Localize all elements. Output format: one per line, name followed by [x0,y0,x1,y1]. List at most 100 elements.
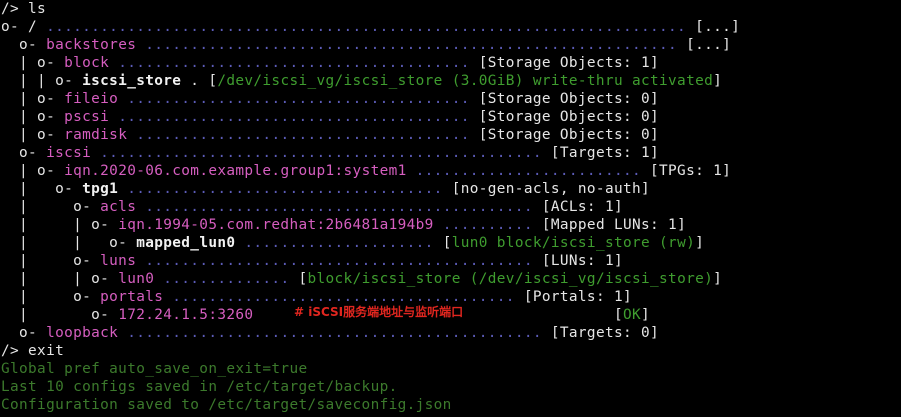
line-segment: [Portals: 1] [523,289,632,305]
line-segment: block [64,55,110,71]
line-segment: loopback [46,325,119,341]
terminal-line: | o- luns ..............................… [1,252,623,270]
line-segment: iqn.2020-06.com.example.group1:system1 [64,163,407,179]
line-segment: | o- [1,199,101,215]
line-segment: [Mapped LUNs: 1] [541,217,687,233]
line-segment: ........................................… [118,325,551,341]
line-segment: ........................................… [91,145,551,161]
line-segment: | | o- [1,271,119,287]
terminal-line: | o- ramdisk ...........................… [1,126,659,144]
line-segment: | o- [1,91,65,107]
terminal-line: | o- block .............................… [1,54,659,72]
line-segment: [no-gen-acls, no-auth] [451,181,651,197]
line-segment: [ [298,271,308,287]
line-segment: ] [641,307,651,323]
line-segment: ] [713,73,723,89]
terminal-line: | | o- lun0 .............. [block/iscsi_… [1,270,722,288]
terminal-line: /> exit [1,342,64,360]
terminal-line: | o- acls ..............................… [1,198,623,216]
line-segment: backstores [46,37,137,53]
line-segment: iqn.1994-05.com.redhat:2b6481a194b9 [118,217,434,233]
line-segment: /> ls [1,1,47,17]
line-segment: acls [100,199,137,215]
line-segment: [Targets: 0] [550,325,660,341]
terminal-line: Configuration saved to /etc/target/savec… [1,396,452,414]
line-segment: block/iscsi_store (/dev/iscsi_vg/iscsi_s… [307,271,714,287]
line-segment: | | o- [1,73,83,89]
line-segment: [LUNs: 1] [541,253,623,269]
line-segment: ramdisk [64,127,128,143]
terminal-line: | | o- iscsi_store . [/dev/iscsi_vg/iscs… [1,72,722,90]
line-segment: [Storage Objects: 0] [478,127,660,143]
line-segment: [ACLs: 1] [541,199,623,215]
terminal-line: Last 10 configs saved in /etc/target/bac… [1,378,398,396]
line-segment: tpg1 [82,181,119,197]
line-segment: ........................................… [46,19,696,35]
line-segment: Global pref auto_save_on_exit=true [1,361,308,377]
line-segment: portals [100,289,164,305]
line-segment: .......... [433,217,542,233]
line-segment: ......................... [406,163,651,179]
line-segment: [...] [686,37,732,53]
line-segment: ....................................... [109,55,479,71]
line-segment: ] [695,235,705,251]
terminal-window[interactable]: /> ls o- / ..............................… [0,0,901,417]
terminal-line: | o- iqn.2020-06.com.example.group1:syst… [1,162,731,180]
line-segment: o- / [1,19,47,35]
line-segment: ................................... [118,181,452,197]
line-segment: ........................................… [136,37,687,53]
terminal-line: o- backstores ..........................… [1,36,731,54]
line-segment: [Storage Objects: 1] [478,55,660,71]
line-segment: OK [622,307,642,323]
line-segment: ...................................... [118,91,479,107]
line-segment: Last 10 configs saved in /etc/target/bac… [1,379,398,395]
terminal-line: | o- pscsi .............................… [1,108,659,126]
line-segment: | | o- [1,217,119,233]
line-segment: luns [100,253,137,269]
line-segment: o- [1,145,47,161]
line-segment: | o- [1,307,119,323]
line-segment: . [ [181,73,218,89]
line-segment: /> exit [1,343,65,359]
line-segment: o- [1,37,47,53]
line-segment: ........................................… [136,253,542,269]
line-segment: fileio [64,91,119,107]
line-segment: [Storage Objects: 0] [478,91,660,107]
terminal-line: /> ls [1,0,46,18]
terminal-line: o- loopback ............................… [1,324,659,342]
line-segment: ........................................… [136,199,542,215]
terminal-line: o- / ...................................… [1,18,740,36]
terminal-line: | o- fileio ............................… [1,90,659,108]
terminal-line: o- iscsi ...............................… [1,144,659,162]
line-segment: iscsi [46,145,92,161]
line-segment: | o- [1,253,101,269]
line-segment: 172.24.1.5:3260 [118,307,254,323]
line-segment: ..................... [235,235,443,251]
line-segment: | o- [1,289,101,305]
terminal-line: | | o- mapped_lun0 .....................… [1,234,704,252]
line-segment: lun0 [118,271,155,287]
line-segment: | o- [1,181,83,197]
line-segment: [TPGs: 1] [650,163,732,179]
line-segment: ..................................... [127,127,479,143]
line-segment: ....................................... [109,109,479,125]
line-segment: o- [1,325,47,341]
line-segment: lun0 block/iscsi_store (rw) [451,235,696,251]
line-segment: [Targets: 1] [550,145,660,161]
line-segment: .............. [154,271,299,287]
line-segment: | o- [1,109,65,125]
terminal-line: | o- tpg1 ..............................… [1,180,650,198]
line-segment: | o- [1,127,65,143]
line-segment: [ [442,235,452,251]
line-segment: [ [613,307,623,323]
line-segment: iscsi_store [82,73,182,89]
line-segment: [Storage Objects: 0] [478,109,660,125]
line-segment: Configuration saved to /etc/target/savec… [1,397,452,413]
terminal-line: | | o- iqn.1994-05.com.redhat:2b6481a194… [1,216,686,234]
line-segment: | o- [1,163,65,179]
line-segment: /dev/iscsi_vg/iscsi_store (3.0GiB) write… [217,73,714,89]
line-segment: mapped_lun0 [136,235,236,251]
line-segment: | | o- [1,235,137,251]
line-segment: pscsi [64,109,110,125]
terminal-line: Global pref auto_save_on_exit=true [1,360,307,378]
